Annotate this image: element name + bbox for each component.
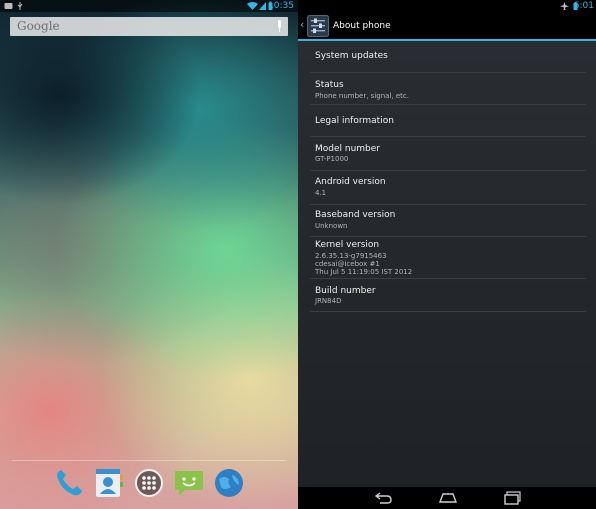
back-caret-icon[interactable]: ‹ xyxy=(300,18,304,32)
item-title: Build number xyxy=(315,286,376,296)
mic-icon[interactable] xyxy=(277,20,282,33)
status-time: 10:35 xyxy=(268,1,294,11)
list-item-kernel-version: Kernel version 2.6.35.13-g7915463 cdesai… xyxy=(310,237,586,279)
item-title: Android version xyxy=(315,177,386,187)
item-title: System updates xyxy=(315,51,388,61)
status-time: 6:01 xyxy=(573,1,594,11)
item-subtitle: Phone number, signal, etc. xyxy=(315,92,409,100)
list-item-model-number: Model number GT-P1000 xyxy=(310,137,586,171)
list-item-system-updates[interactable]: System updates xyxy=(310,41,586,73)
item-value-line: 2.6.35.13-g7915463 xyxy=(315,252,387,260)
signal-icon xyxy=(259,2,266,10)
app-drawer-icon[interactable] xyxy=(133,467,165,499)
dock-divider xyxy=(12,460,286,461)
google-search-bar[interactable]: Google xyxy=(10,17,288,36)
item-title: Legal information xyxy=(315,116,394,126)
phone-icon[interactable] xyxy=(53,467,85,499)
back-icon[interactable] xyxy=(372,491,394,505)
item-value: Unknown xyxy=(315,222,348,230)
action-bar: ‹ About phone xyxy=(298,12,596,41)
item-title: Status xyxy=(315,80,344,90)
recent-apps-icon[interactable] xyxy=(502,491,524,505)
item-value-line: cdesai@icebox #1 xyxy=(315,260,380,268)
item-title: Kernel version xyxy=(315,240,380,250)
browser-icon[interactable] xyxy=(213,467,245,499)
settings-icon[interactable] xyxy=(307,15,329,37)
item-title: Model number xyxy=(315,144,381,154)
item-value: JRN84D xyxy=(315,297,342,305)
list-item-legal-information[interactable]: Legal information xyxy=(310,105,586,137)
item-value: 4.1 xyxy=(315,189,327,197)
about-phone-screen: 6:01 ‹ About phone System updates Status… xyxy=(298,0,596,509)
status-bar[interactable]: 10:35 xyxy=(0,0,298,12)
wifi-icon xyxy=(247,2,258,10)
status-bar[interactable]: 6:01 xyxy=(298,0,596,12)
item-value: GT-P1000 xyxy=(315,155,349,163)
home-icon[interactable] xyxy=(437,491,459,505)
airplane-icon xyxy=(560,2,569,10)
notification-icon xyxy=(4,3,13,9)
usb-icon xyxy=(17,2,23,10)
navigation-bar xyxy=(298,487,596,509)
page-title: About phone xyxy=(333,21,391,31)
item-title: Baseband version xyxy=(315,210,396,220)
messaging-icon[interactable] xyxy=(173,467,205,499)
list-item-android-version[interactable]: Android version 4.1 xyxy=(310,171,586,205)
list-item-baseband-version: Baseband version Unknown xyxy=(310,205,586,237)
item-value-line: Thu Jul 5 11:19:05 IST 2012 xyxy=(315,268,413,276)
home-screen: 10:35 Google xyxy=(0,0,298,509)
contacts-icon[interactable] xyxy=(93,467,125,499)
google-logo: Google xyxy=(17,19,60,33)
list-item-status[interactable]: Status Phone number, signal, etc. xyxy=(310,73,586,105)
list-item-build-number[interactable]: Build number JRN84D xyxy=(310,279,586,312)
